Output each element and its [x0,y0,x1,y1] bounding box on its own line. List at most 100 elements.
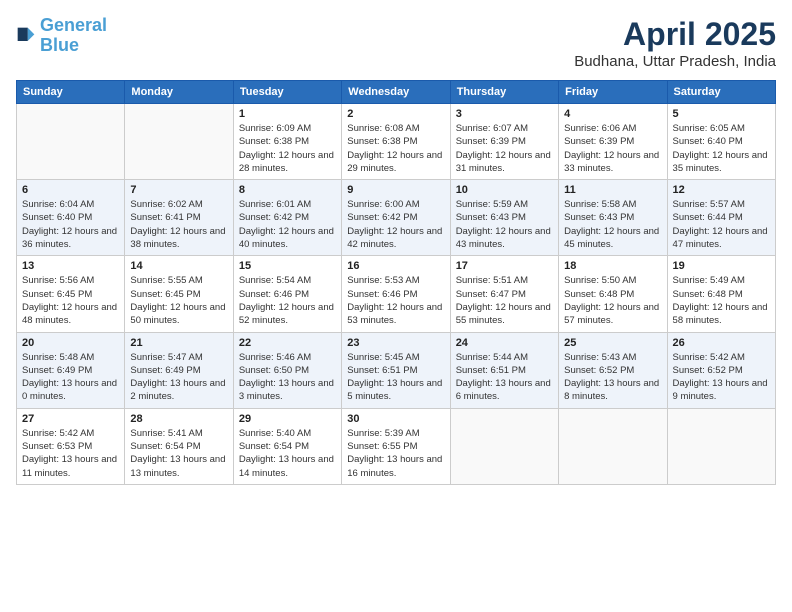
day-info: Sunrise: 5:40 AM Sunset: 6:54 PM Dayligh… [239,427,336,480]
calendar-week-row: 13 Sunrise: 5:56 AM Sunset: 6:45 PM Dayli… [17,256,776,332]
table-row: 25 Sunrise: 5:43 AM Sunset: 6:52 PM Dayli… [559,332,667,408]
day-number: 19 [673,260,770,272]
table-row: 12Sunrise: 5:57 AM Sunset: 6:44 PM Dayli… [667,180,775,256]
col-wednesday: Wednesday [342,81,450,104]
day-number: 2 [347,108,444,120]
calendar-week-row: 1Sunrise: 6:09 AM Sunset: 6:38 PM Daylig… [17,104,776,180]
day-info: Sunrise: 5:59 AM Sunset: 6:43 PM Dayligh… [456,198,553,251]
day-number: 20 [22,337,119,349]
day-info: Sunrise: 5:45 AM Sunset: 6:51 PM Dayligh… [347,351,444,404]
table-row: 29 Sunrise: 5:40 AM Sunset: 6:54 PM Dayli… [233,408,341,484]
table-row: 13 Sunrise: 5:56 AM Sunset: 6:45 PM Dayli… [17,256,125,332]
logo-text: General Blue [40,16,107,56]
day-number: 17 [456,260,553,272]
day-info: Sunrise: 5:51 AM Sunset: 6:47 PM Dayligh… [456,274,553,327]
table-row [667,408,775,484]
day-number: 23 [347,337,444,349]
table-row: 2 Sunrise: 6:08 AM Sunset: 6:38 PM Daylig… [342,104,450,180]
table-row [17,104,125,180]
table-row: 5 Sunrise: 6:05 AM Sunset: 6:40 PM Daylig… [667,104,775,180]
day-number: 15 [239,260,336,272]
page: General Blue April 2025 Budhana, Uttar P… [0,0,792,612]
day-number: 9 [347,184,444,196]
table-row [450,408,558,484]
table-row: 4 Sunrise: 6:06 AM Sunset: 6:39 PM Daylig… [559,104,667,180]
day-number: 11 [564,184,661,196]
day-info: Sunrise: 5:43 AM Sunset: 6:52 PM Dayligh… [564,351,661,404]
day-info: Sunrise: 6:01 AM Sunset: 6:42 PM Dayligh… [239,198,336,251]
calendar: Sunday Monday Tuesday Wednesday Thursday… [16,80,776,485]
day-number: 10 [456,184,553,196]
day-number: 18 [564,260,661,272]
table-row: 26 Sunrise: 5:42 AM Sunset: 6:52 PM Dayli… [667,332,775,408]
day-info: Sunrise: 5:39 AM Sunset: 6:55 PM Dayligh… [347,427,444,480]
col-monday: Monday [125,81,233,104]
col-friday: Friday [559,81,667,104]
table-row: 6 Sunrise: 6:04 AM Sunset: 6:40 PM Daylig… [17,180,125,256]
table-row [125,104,233,180]
table-row: 27 Sunrise: 5:42 AM Sunset: 6:53 PM Dayli… [17,408,125,484]
day-info: Sunrise: 5:42 AM Sunset: 6:53 PM Dayligh… [22,427,119,480]
col-tuesday: Tuesday [233,81,341,104]
day-info: Sunrise: 5:42 AM Sunset: 6:52 PM Dayligh… [673,351,770,404]
day-number: 27 [22,413,119,425]
table-row: 21 Sunrise: 5:47 AM Sunset: 6:49 PM Dayli… [125,332,233,408]
main-title: April 2025 [574,16,776,53]
table-row: 18 Sunrise: 5:50 AM Sunset: 6:48 PM Dayli… [559,256,667,332]
day-number: 12 [673,184,770,196]
day-number: 6 [22,184,119,196]
day-number: 8 [239,184,336,196]
day-info: Sunrise: 5:48 AM Sunset: 6:49 PM Dayligh… [22,351,119,404]
day-info: Sunrise: 5:46 AM Sunset: 6:50 PM Dayligh… [239,351,336,404]
col-thursday: Thursday [450,81,558,104]
day-info: Sunrise: 5:41 AM Sunset: 6:54 PM Dayligh… [130,427,227,480]
day-number: 3 [456,108,553,120]
day-info: Sunrise: 6:05 AM Sunset: 6:40 PM Dayligh… [673,122,770,175]
col-saturday: Saturday [667,81,775,104]
day-number: 25 [564,337,661,349]
logo-icon [16,26,36,46]
table-row: 19Sunrise: 5:49 AM Sunset: 6:48 PM Dayli… [667,256,775,332]
day-info: Sunrise: 5:58 AM Sunset: 6:43 PM Dayligh… [564,198,661,251]
table-row: 17 Sunrise: 5:51 AM Sunset: 6:47 PM Dayli… [450,256,558,332]
calendar-week-row: 27 Sunrise: 5:42 AM Sunset: 6:53 PM Dayli… [17,408,776,484]
calendar-week-row: 20 Sunrise: 5:48 AM Sunset: 6:49 PM Dayli… [17,332,776,408]
table-row: 10 Sunrise: 5:59 AM Sunset: 6:43 PM Dayli… [450,180,558,256]
day-number: 26 [673,337,770,349]
table-row: 1Sunrise: 6:09 AM Sunset: 6:38 PM Daylig… [233,104,341,180]
day-info: Sunrise: 6:04 AM Sunset: 6:40 PM Dayligh… [22,198,119,251]
day-number: 13 [22,260,119,272]
subtitle: Budhana, Uttar Pradesh, India [574,53,776,70]
day-number: 22 [239,337,336,349]
day-info: Sunrise: 5:53 AM Sunset: 6:46 PM Dayligh… [347,274,444,327]
table-row: 22 Sunrise: 5:46 AM Sunset: 6:50 PM Dayli… [233,332,341,408]
day-info: Sunrise: 5:47 AM Sunset: 6:49 PM Dayligh… [130,351,227,404]
day-info: Sunrise: 5:50 AM Sunset: 6:48 PM Dayligh… [564,274,661,327]
table-row: 30Sunrise: 5:39 AM Sunset: 6:55 PM Dayli… [342,408,450,484]
day-info: Sunrise: 5:44 AM Sunset: 6:51 PM Dayligh… [456,351,553,404]
day-number: 14 [130,260,227,272]
day-number: 29 [239,413,336,425]
day-info: Sunrise: 6:08 AM Sunset: 6:38 PM Dayligh… [347,122,444,175]
day-number: 16 [347,260,444,272]
day-info: Sunrise: 6:06 AM Sunset: 6:39 PM Dayligh… [564,122,661,175]
header: General Blue April 2025 Budhana, Uttar P… [16,16,776,70]
col-sunday: Sunday [17,81,125,104]
day-number: 4 [564,108,661,120]
day-info: Sunrise: 6:02 AM Sunset: 6:41 PM Dayligh… [130,198,227,251]
day-number: 7 [130,184,227,196]
table-row: 20 Sunrise: 5:48 AM Sunset: 6:49 PM Dayli… [17,332,125,408]
title-block: April 2025 Budhana, Uttar Pradesh, India [574,16,776,70]
day-info: Sunrise: 5:55 AM Sunset: 6:45 PM Dayligh… [130,274,227,327]
day-info: Sunrise: 5:56 AM Sunset: 6:45 PM Dayligh… [22,274,119,327]
day-info: Sunrise: 5:54 AM Sunset: 6:46 PM Dayligh… [239,274,336,327]
day-number: 21 [130,337,227,349]
table-row: 11 Sunrise: 5:58 AM Sunset: 6:43 PM Dayli… [559,180,667,256]
calendar-week-row: 6 Sunrise: 6:04 AM Sunset: 6:40 PM Daylig… [17,180,776,256]
table-row [559,408,667,484]
day-number: 5 [673,108,770,120]
table-row: 9Sunrise: 6:00 AM Sunset: 6:42 PM Daylig… [342,180,450,256]
day-number: 1 [239,108,336,120]
table-row: 23 Sunrise: 5:45 AM Sunset: 6:51 PM Dayli… [342,332,450,408]
day-number: 28 [130,413,227,425]
